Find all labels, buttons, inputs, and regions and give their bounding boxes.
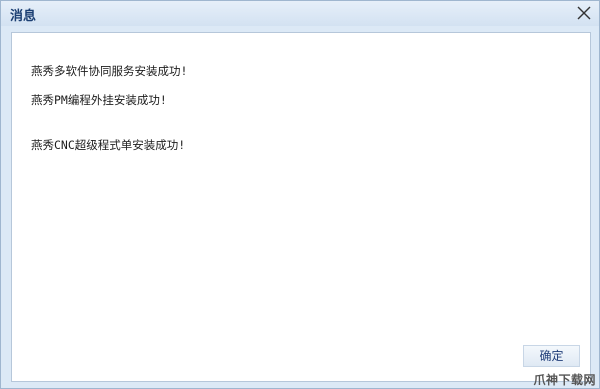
message-line: 燕秀多软件协同服务安装成功! xyxy=(31,64,188,78)
watermark-text: 爪神下载网 xyxy=(533,373,596,387)
message-line: 燕秀CNC超级程式单安装成功! xyxy=(31,138,186,152)
message-line: 燕秀PM编程外挂安装成功! xyxy=(31,93,167,107)
close-button[interactable] xyxy=(573,2,595,24)
message-dialog: 消息 燕秀多软件协同服务安装成功! 燕秀PM编程外挂安装成功! 燕秀CNC超级程… xyxy=(0,0,600,389)
close-icon xyxy=(577,6,591,20)
title-bar[interactable]: 消息 xyxy=(1,1,599,26)
dialog-title: 消息 xyxy=(10,9,37,24)
ok-button[interactable]: 确定 xyxy=(523,345,580,367)
message-area: 燕秀多软件协同服务安装成功! 燕秀PM编程外挂安装成功! 燕秀CNC超级程式单安… xyxy=(11,32,591,382)
